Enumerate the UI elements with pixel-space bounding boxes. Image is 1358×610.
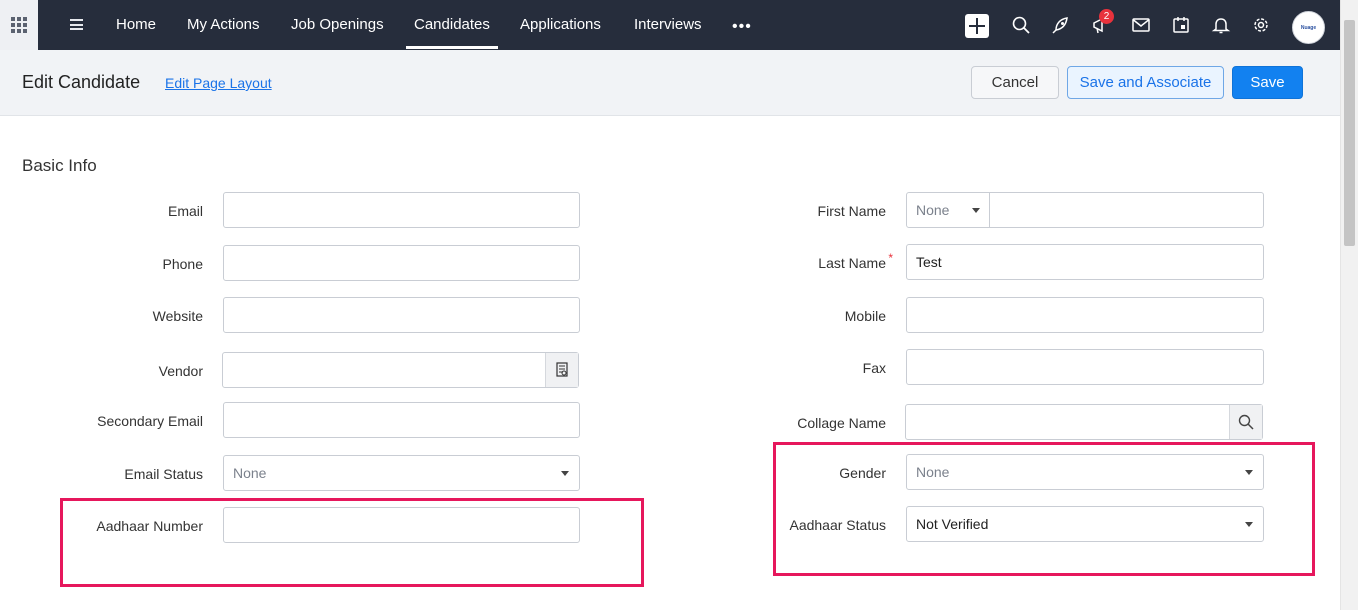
- highlight-box-aadhaar-number: [60, 498, 644, 587]
- last-name-label: Last Name *: [818, 251, 893, 271]
- secondary-email-label: Secondary Email: [97, 413, 203, 429]
- nav-applications[interactable]: Applications: [520, 0, 601, 50]
- mail-icon[interactable]: [1131, 15, 1151, 35]
- save-button[interactable]: Save: [1232, 66, 1303, 99]
- secondary-email-field[interactable]: [223, 402, 580, 438]
- email-field[interactable]: [223, 192, 580, 228]
- edit-page-layout-link[interactable]: Edit Page Layout: [165, 75, 272, 91]
- website-field[interactable]: [223, 297, 580, 333]
- section-title-basic-info: Basic Info: [22, 156, 97, 175]
- apps-grid-icon[interactable]: [0, 0, 38, 50]
- gear-icon[interactable]: [1251, 15, 1271, 35]
- menu-icon[interactable]: [70, 19, 83, 30]
- mobile-field[interactable]: [906, 297, 1264, 333]
- website-label: Website: [152, 308, 203, 324]
- vertical-scrollbar[interactable]: [1340, 0, 1358, 610]
- chevron-down-icon: [972, 208, 980, 213]
- nav-my-actions[interactable]: My Actions: [187, 0, 260, 50]
- nav-home[interactable]: Home: [116, 0, 156, 50]
- email-label: Email: [167, 203, 203, 219]
- chevron-down-icon: [561, 471, 569, 476]
- email-status-label: Email Status: [124, 466, 203, 482]
- top-navigation-bar: Home My Actions Job Openings Candidates …: [0, 0, 1340, 50]
- rocket-icon[interactable]: [1051, 15, 1071, 35]
- nav-interviews[interactable]: Interviews: [634, 0, 702, 50]
- plus-icon[interactable]: [965, 14, 989, 38]
- vendor-field[interactable]: [222, 352, 579, 388]
- first-name-field[interactable]: None: [906, 192, 1264, 228]
- cancel-button[interactable]: Cancel: [971, 66, 1059, 99]
- notification-count-badge: 2: [1099, 9, 1114, 24]
- mobile-label: Mobile: [844, 308, 886, 324]
- salutation-select[interactable]: None: [907, 193, 990, 227]
- avatar[interactable]: Nuage: [1292, 11, 1325, 44]
- required-mark: *: [888, 251, 893, 265]
- fax-field[interactable]: [906, 349, 1264, 385]
- vendor-lookup-icon[interactable]: [545, 353, 578, 387]
- search-icon[interactable]: [1229, 405, 1262, 439]
- collage-name-field[interactable]: [905, 404, 1263, 440]
- save-and-associate-button[interactable]: Save and Associate: [1067, 66, 1224, 99]
- page-title: Edit Candidate: [22, 72, 141, 92]
- nav-job-openings[interactable]: Job Openings: [291, 0, 384, 50]
- calendar-icon[interactable]: [1171, 15, 1191, 35]
- fax-label: Fax: [862, 360, 886, 376]
- more-icon[interactable]: •••: [732, 18, 752, 36]
- phone-label: Phone: [162, 256, 203, 272]
- page-header: Edit Candidate Edit Page Layout Cancel S…: [0, 50, 1340, 116]
- vendor-label: Vendor: [158, 363, 203, 379]
- scrollbar-thumb[interactable]: [1344, 20, 1355, 246]
- email-status-select[interactable]: None: [223, 455, 580, 491]
- search-icon[interactable]: [1011, 15, 1031, 35]
- first-name-label: First Name: [817, 203, 886, 219]
- highlight-box-gender-aadhaar-status: [773, 442, 1315, 576]
- phone-field[interactable]: [223, 245, 580, 281]
- collage-name-label: Collage Name: [797, 415, 886, 431]
- nav-candidates[interactable]: Candidates: [406, 0, 498, 50]
- last-name-field[interactable]: Test: [906, 244, 1264, 280]
- bell-icon[interactable]: [1211, 15, 1231, 35]
